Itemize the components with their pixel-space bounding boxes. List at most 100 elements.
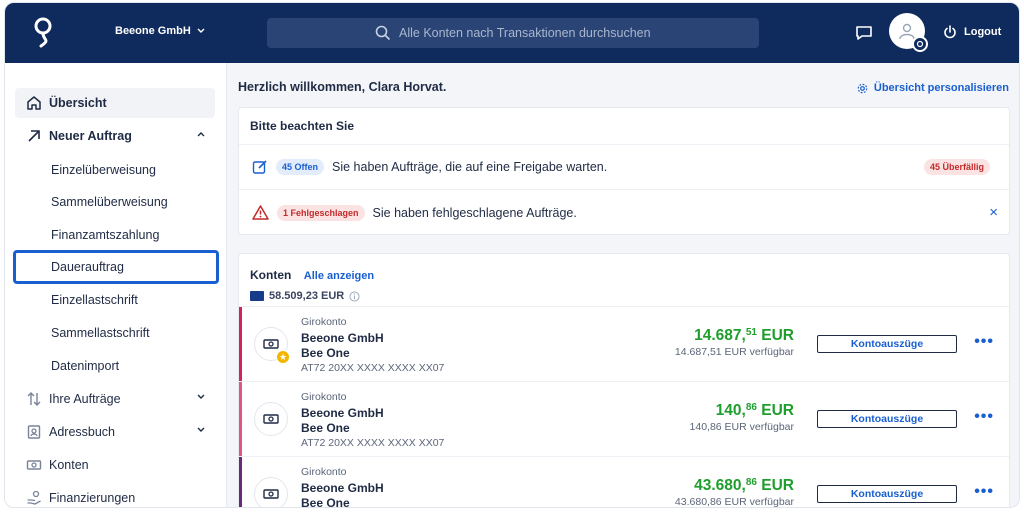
account-available: 140,86 EUR verfügbar (689, 421, 794, 433)
account-available: 14.687,51 EUR verfügbar (674, 346, 794, 358)
sidebar-item-einzelueberweisung[interactable]: Einzelüberweisung (15, 155, 215, 185)
arrow-up-right-icon (28, 130, 40, 142)
banknote-icon (263, 414, 279, 424)
account-name: Beeone GmbH (301, 406, 384, 420)
statements-button[interactable]: Kontoauszüge (817, 335, 957, 353)
sidebar-item-label: Sammellastschrift (51, 326, 150, 340)
brand-logo[interactable] (31, 15, 55, 51)
statements-button[interactable]: Kontoauszüge (817, 410, 957, 428)
banknote-icon (263, 339, 279, 349)
personalize-link[interactable]: Übersicht personalisieren (857, 82, 1009, 94)
failed-badge: 1 Fehlgeschlagen (277, 204, 365, 221)
more-options-icon[interactable]: ••• (974, 409, 994, 425)
sidebar-item-label: Finanzamtszahlung (51, 228, 160, 242)
open-text: Sie haben Aufträge, die auf eine Freigab… (332, 160, 608, 174)
accounts-header: Konten Alle anzeigen 58.509,23 EUR (239, 254, 1009, 307)
sidebar-item-label: Einzelüberweisung (51, 163, 156, 177)
sidebar-item-sammelueberweisung[interactable]: Sammelüberweisung (15, 187, 215, 217)
user-icon (899, 23, 915, 40)
more-options-icon[interactable]: ••• (974, 484, 994, 500)
top-bar: Beeone GmbH Logout (5, 3, 1019, 63)
sidebar-item-label: Übersicht (49, 96, 107, 110)
account-row[interactable]: ★ Girokonto Beeone GmbH Bee One AT72 20X… (239, 307, 1009, 382)
search-bar[interactable] (267, 18, 759, 48)
account-available: 43.680,86 EUR verfügbar (674, 496, 794, 508)
sidebar-item-finanzamtszahlung[interactable]: Finanzamtszahlung (15, 220, 215, 250)
sidebar: Übersicht Neuer Auftrag Einzelüberweisun… (5, 63, 227, 507)
sidebar-item-label: Finanzierungen (49, 491, 136, 505)
hand-coin-icon (27, 490, 41, 505)
account-iban: AT72 20XX XXXX XXXX XX07 (301, 437, 445, 449)
search-icon (375, 25, 391, 41)
accounts-card: Konten Alle anzeigen 58.509,23 EUR ★ Gir… (238, 253, 1010, 508)
account-balance: 140,86 EUR (715, 402, 794, 419)
account-subname: Bee One (301, 496, 350, 508)
personalize-label: Übersicht personalisieren (873, 82, 1009, 94)
account-type: Girokonto (301, 391, 347, 403)
notice-row-failed[interactable]: 1 Fehlgeschlagen Sie haben fehlgeschlage… (239, 190, 1009, 235)
notice-row-open[interactable]: 45 Offen Sie haben Aufträge, die auf ein… (239, 145, 1009, 190)
more-options-icon[interactable]: ••• (974, 334, 994, 350)
account-row[interactable]: Girokonto Beeone GmbH Bee One AT72 20XX … (239, 382, 1009, 457)
sidebar-item-label: Ihre Aufträge (49, 392, 121, 406)
sidebar-item-uebersicht[interactable]: Übersicht (15, 88, 215, 118)
account-icon (254, 402, 288, 436)
chevron-down-icon (197, 394, 205, 399)
warning-icon (252, 205, 269, 220)
open-badge: 45 Offen (276, 159, 325, 175)
statements-button[interactable]: Kontoauszüge (817, 485, 957, 503)
sidebar-item-einzellastschrift[interactable]: Einzellastschrift (15, 285, 215, 315)
total-amount: 58.509,23 EUR (269, 290, 345, 302)
account-row[interactable]: Girokonto Beeone GmbH Bee One 43.680,86 … (239, 457, 1009, 508)
logout-label: Logout (964, 26, 1002, 38)
sidebar-item-datenimport[interactable]: Datenimport (15, 351, 215, 381)
sidebar-item-label: Sammelüberweisung (51, 195, 168, 209)
company-name: Beeone GmbH (115, 25, 191, 37)
chevron-down-icon (197, 427, 205, 432)
app-window: Beeone GmbH Logout Übersicht Neuer Auftr… (4, 2, 1020, 508)
settings-badge-icon (912, 36, 928, 52)
favorite-star-icon: ★ (276, 350, 290, 364)
info-icon[interactable] (349, 290, 360, 302)
account-icon (254, 477, 288, 507)
company-switcher[interactable]: Beeone GmbH (115, 25, 205, 37)
sidebar-item-sammellastschrift[interactable]: Sammellastschrift (15, 318, 215, 348)
close-icon[interactable]: × (989, 204, 998, 221)
notice-title: Bitte beachten Sie (239, 108, 1009, 145)
address-book-icon (27, 425, 41, 439)
sidebar-item-neuer-auftrag[interactable]: Neuer Auftrag (15, 121, 215, 151)
sidebar-item-label: Konten (49, 458, 89, 472)
accounts-title: Konten (250, 268, 292, 282)
banknote-icon (26, 460, 42, 470)
sidebar-item-label: Einzellastschrift (51, 293, 138, 307)
banknote-icon (263, 489, 279, 499)
chevron-up-icon (197, 132, 205, 137)
home-icon (27, 96, 41, 110)
chat-icon[interactable] (855, 24, 873, 42)
account-type: Girokonto (301, 316, 347, 328)
user-avatar[interactable] (889, 13, 928, 52)
search-input[interactable] (399, 26, 699, 40)
notice-card: Bitte beachten Sie 45 Offen Sie haben Au… (238, 107, 1010, 235)
account-name: Beeone GmbH (301, 331, 384, 345)
sidebar-item-konten[interactable]: Konten (15, 450, 215, 480)
account-color-bar (239, 382, 242, 456)
account-balance: 43.680,86 EUR (694, 477, 794, 494)
sidebar-item-ihre-auftraege[interactable]: Ihre Aufträge (15, 384, 215, 414)
eu-flag-icon (250, 291, 264, 301)
sidebar-item-label: Neuer Auftrag (49, 129, 132, 143)
sidebar-item-finanzierungen[interactable]: Finanzierungen (15, 483, 215, 507)
sidebar-item-adressbuch[interactable]: Adressbuch (15, 417, 215, 447)
sidebar-item-label: Dauerauftrag (51, 260, 124, 274)
welcome-message: Herzlich willkommen, Clara Horvat. (238, 80, 447, 94)
account-color-bar (239, 307, 242, 381)
show-all-link[interactable]: Alle anzeigen (304, 270, 374, 282)
sidebar-item-dauerauftrag[interactable]: Dauerauftrag (13, 250, 219, 284)
overdue-badge: 45 Überfällig (923, 159, 990, 175)
power-icon (944, 25, 956, 39)
account-color-bar (239, 457, 242, 507)
account-subname: Bee One (301, 346, 350, 360)
logout-button[interactable]: Logout (943, 25, 1001, 39)
failed-text: Sie haben fehlgeschlagene Aufträge. (372, 205, 577, 220)
main-content: Herzlich willkommen, Clara Horvat. Übers… (227, 63, 1019, 508)
